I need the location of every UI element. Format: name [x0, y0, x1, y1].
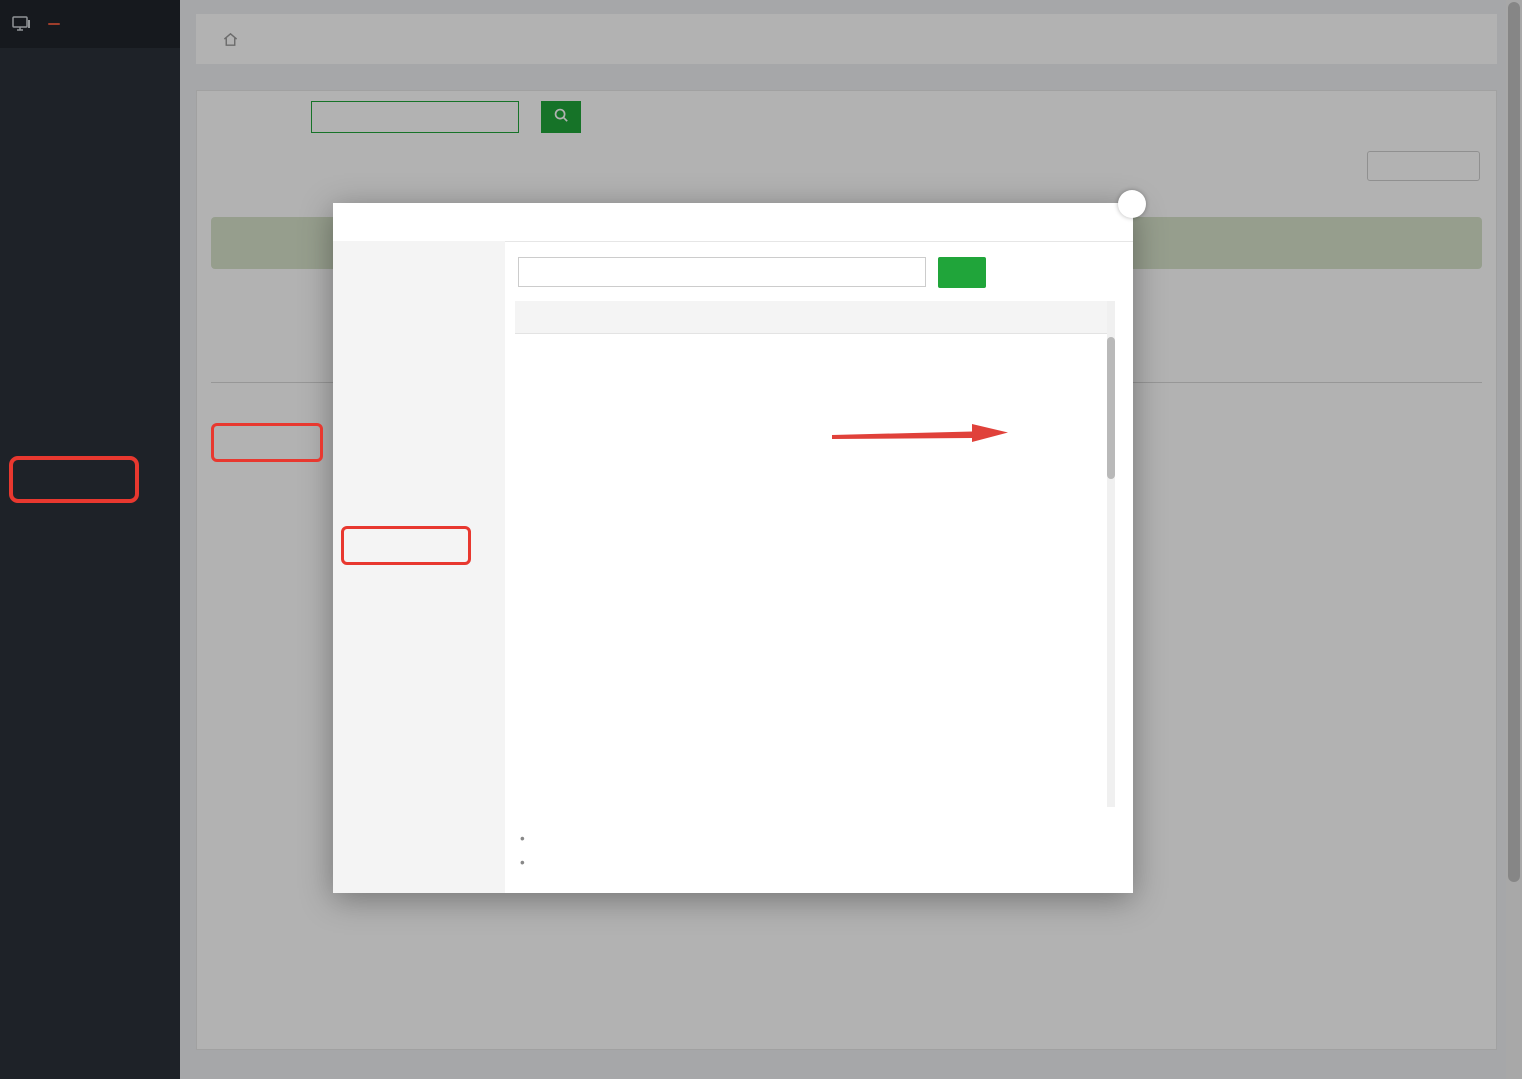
- save-button[interactable]: [938, 257, 986, 288]
- bullet: •: [520, 855, 525, 870]
- close-icon[interactable]: [1118, 190, 1146, 218]
- php-settings-menu: [333, 241, 505, 893]
- functions-scrollbar-thumb[interactable]: [1107, 337, 1115, 479]
- functions-scrollbar[interactable]: [1107, 301, 1115, 807]
- disabled-functions-table: [515, 301, 1115, 807]
- note-1: •: [520, 831, 534, 846]
- note-2: •: [520, 855, 534, 870]
- functions-table-header: [515, 301, 1115, 334]
- add-function-input[interactable]: [518, 257, 926, 287]
- dialog-header: [333, 203, 1133, 242]
- php-manage-dialog: • •: [333, 203, 1133, 893]
- app-root: • •: [0, 0, 1522, 1079]
- bullet: •: [520, 831, 525, 846]
